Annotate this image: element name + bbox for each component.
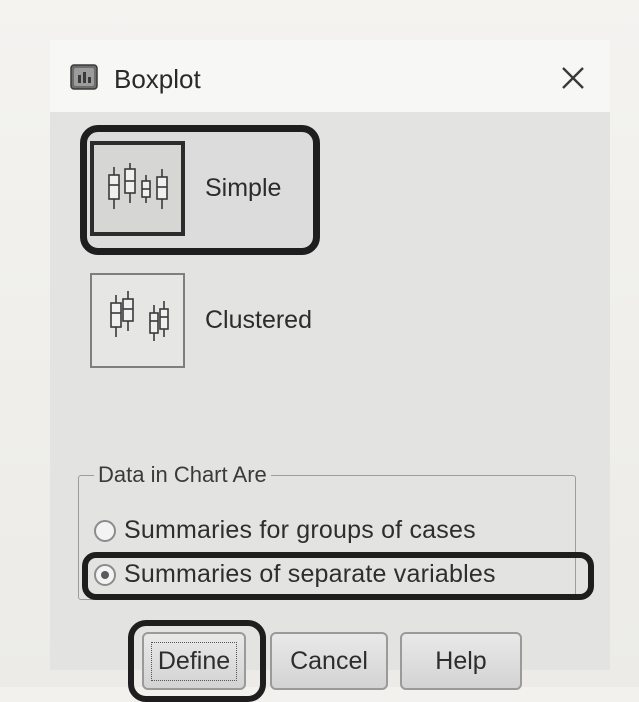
radio-separate-variables[interactable]: Summaries of separate variables bbox=[94, 560, 496, 589]
define-label: Define bbox=[150, 641, 238, 681]
radio-button[interactable] bbox=[94, 519, 116, 542]
close-icon bbox=[562, 67, 584, 89]
simple-label: Simple bbox=[205, 173, 282, 202]
help-button[interactable]: Help bbox=[400, 632, 522, 690]
help-label: Help bbox=[435, 646, 487, 675]
define-button[interactable]: Define bbox=[142, 632, 246, 690]
clustered-boxplot-icon bbox=[90, 272, 185, 368]
chart-type-simple[interactable]: Simple bbox=[82, 132, 320, 244]
title-bar: Boxplot bbox=[50, 40, 610, 112]
simple-boxplot-icon bbox=[90, 140, 185, 236]
app-chart-icon bbox=[70, 64, 98, 90]
cancel-label: Cancel bbox=[290, 646, 368, 675]
chart-type-clustered[interactable]: Clustered bbox=[82, 264, 320, 376]
dialog-content: Simple Clustered Data in Chart Are Summa… bbox=[50, 112, 610, 702]
close-button[interactable] bbox=[555, 60, 591, 96]
group-title: Data in Chart Are bbox=[94, 462, 271, 488]
cancel-button[interactable]: Cancel bbox=[270, 632, 388, 690]
radio-button-selected[interactable] bbox=[94, 563, 116, 586]
radio-label: Summaries for groups of cases bbox=[124, 516, 476, 544]
dialog-title: Boxplot bbox=[114, 64, 201, 94]
radio-groups-of-cases[interactable]: Summaries for groups of cases bbox=[94, 516, 476, 545]
boxplot-dialog: Boxplot Simple Clustered Data in Chart A… bbox=[50, 40, 610, 702]
radio-label: Summaries of separate variables bbox=[124, 560, 496, 588]
clustered-label: Clustered bbox=[205, 305, 312, 334]
